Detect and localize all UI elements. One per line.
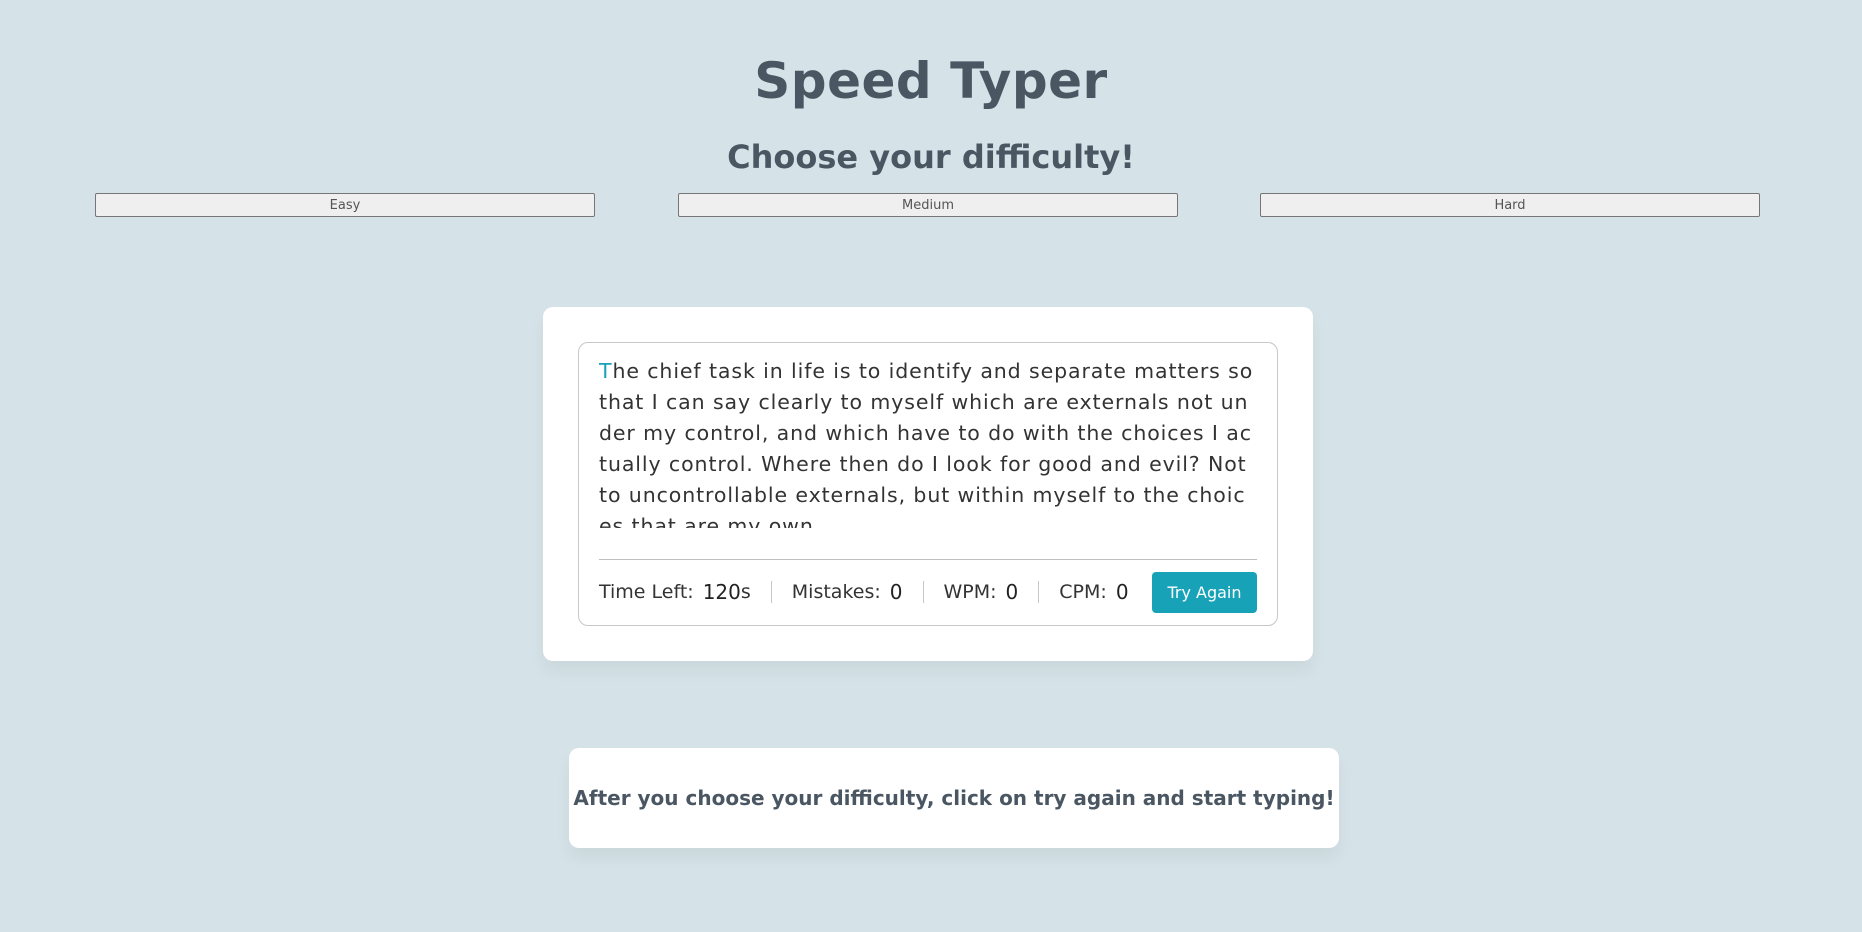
- remaining-text: he chief task in life is to identify and…: [599, 359, 1254, 528]
- cpm-label: CPM:: [1059, 581, 1107, 603]
- mistakes-value: 0: [889, 580, 903, 604]
- typing-text[interactable]: The chief task in life is to identify an…: [599, 356, 1257, 528]
- time-left-unit: s: [740, 581, 751, 603]
- hard-button[interactable]: Hard: [1260, 193, 1760, 217]
- stat-separator: [770, 581, 772, 603]
- mistakes-label: Mistakes:: [791, 581, 881, 603]
- wpm-value: 0: [1005, 580, 1019, 604]
- cpm-value: 0: [1115, 580, 1129, 604]
- wpm-stat: WPM: 0: [943, 580, 1019, 604]
- active-character: T: [599, 359, 613, 383]
- medium-button[interactable]: Medium: [678, 193, 1178, 217]
- time-left-label: Time Left:: [599, 581, 694, 603]
- time-left-stat: Time Left: 120 s: [599, 580, 751, 604]
- stat-separator: [1038, 581, 1040, 603]
- typing-card: The chief task in life is to identify an…: [543, 307, 1313, 661]
- time-left-value: 120: [702, 580, 741, 604]
- stats-bar: Time Left: 120 s Mistakes: 0 WPM: 0 CPM: …: [599, 571, 1257, 613]
- mistakes-stat: Mistakes: 0: [791, 580, 903, 604]
- instructions-card: After you choose your difficulty, click …: [569, 748, 1339, 848]
- try-again-button[interactable]: Try Again: [1152, 571, 1257, 613]
- wpm-label: WPM:: [943, 581, 997, 603]
- instructions-text: After you choose your difficulty, click …: [573, 786, 1335, 810]
- easy-button[interactable]: Easy: [95, 193, 595, 217]
- page: Speed Typer Choose your difficulty! Easy…: [0, 0, 1862, 932]
- page-title: Speed Typer: [754, 52, 1108, 110]
- divider: [599, 559, 1257, 560]
- stat-separator: [922, 581, 924, 603]
- cpm-stat: CPM: 0: [1059, 580, 1129, 604]
- difficulty-heading: Choose your difficulty!: [727, 138, 1135, 176]
- typing-panel: The chief task in life is to identify an…: [578, 342, 1278, 626]
